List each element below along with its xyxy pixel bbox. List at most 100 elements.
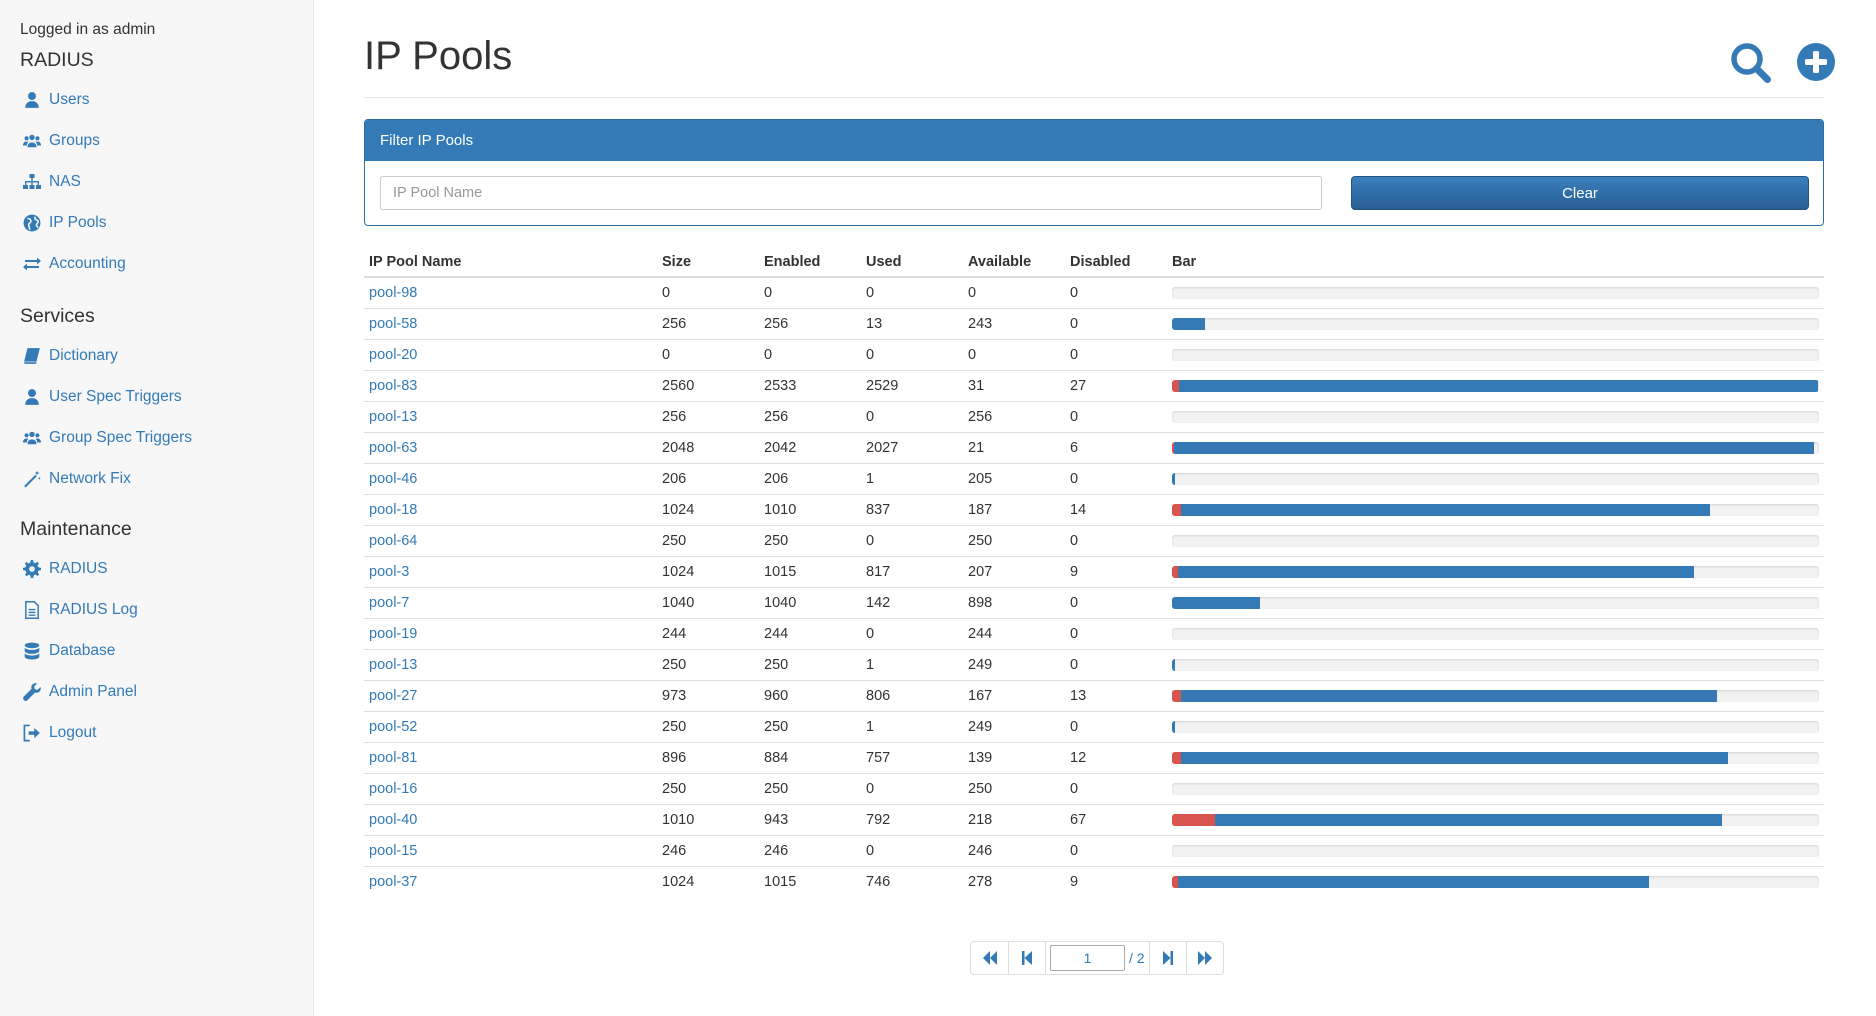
disabled-cell: 9 (1065, 865, 1167, 897)
column-header-disabled[interactable]: Disabled (1065, 247, 1167, 278)
sidebar-item-user-spec-triggers[interactable]: User Spec Triggers (22, 385, 182, 409)
usage-bar (1172, 379, 1819, 392)
usage-bar-cell (1167, 834, 1824, 866)
sidebar-item-radius-log[interactable]: RADIUS Log (22, 598, 138, 622)
sidebar-item-radius[interactable]: RADIUS (22, 557, 108, 581)
used-cell: 13 (861, 307, 963, 339)
enabled-cell: 1040 (759, 586, 861, 618)
pool-link[interactable]: pool-63 (369, 440, 417, 456)
used-cell: 142 (861, 586, 963, 618)
sidebar-item-ip-pools[interactable]: IP Pools (22, 211, 106, 235)
used-cell: 2529 (861, 369, 963, 401)
enabled-cell: 256 (759, 400, 861, 432)
last-page-button[interactable] (1185, 942, 1223, 974)
column-header-size[interactable]: Size (657, 247, 759, 278)
sidebar-item-admin-panel[interactable]: Admin Panel (22, 680, 137, 704)
column-header-name[interactable]: IP Pool Name (364, 247, 657, 278)
sidebar-item-logout[interactable]: Logout (22, 721, 96, 745)
disabled-cell: 0 (1065, 400, 1167, 432)
sidebar-item-groups[interactable]: Groups (22, 129, 100, 153)
usage-bar (1172, 875, 1819, 888)
add-button[interactable] (1796, 42, 1836, 82)
available-cell: 0 (963, 338, 1065, 370)
column-header-used[interactable]: Used (861, 247, 963, 278)
size-cell: 256 (657, 400, 759, 432)
size-cell: 0 (657, 338, 759, 370)
pool-link[interactable]: pool-20 (369, 347, 417, 363)
enabled-cell: 943 (759, 803, 861, 835)
user-icon (22, 387, 42, 407)
fast-backward-icon (982, 951, 997, 965)
disabled-cell: 6 (1065, 431, 1167, 463)
column-header-enabled[interactable]: Enabled (759, 247, 861, 278)
clear-button[interactable]: Clear (1351, 176, 1809, 210)
fast-forward-icon (1197, 951, 1212, 965)
used-cell: 0 (861, 834, 963, 866)
size-cell: 256 (657, 307, 759, 339)
sidebar-item-label: Group Spec Triggers (49, 429, 193, 446)
sidebar-item-dictionary[interactable]: Dictionary (22, 344, 118, 368)
pool-link[interactable]: pool-13 (369, 657, 417, 673)
enabled-cell: 0 (759, 338, 861, 370)
sidebar-item-network-fix[interactable]: Network Fix (22, 467, 131, 491)
pool-link[interactable]: pool-27 (369, 688, 417, 704)
enabled-cell: 0 (759, 276, 861, 308)
enabled-cell: 1015 (759, 865, 861, 897)
pool-link[interactable]: pool-15 (369, 843, 417, 859)
sidebar-item-database[interactable]: Database (22, 639, 115, 663)
enabled-cell: 250 (759, 772, 861, 804)
usage-bar (1172, 286, 1819, 299)
page-number-input[interactable] (1050, 945, 1125, 971)
search-icon (1731, 43, 1771, 83)
size-cell: 1024 (657, 865, 759, 897)
pool-link[interactable]: pool-3 (369, 564, 409, 580)
pool-link[interactable]: pool-46 (369, 471, 417, 487)
previous-page-button[interactable] (1008, 942, 1045, 974)
table-row: pool-98 0 0 0 0 0 (364, 276, 1824, 308)
next-page-button[interactable] (1148, 942, 1186, 974)
ip-pool-name-input[interactable] (380, 176, 1322, 210)
pool-link[interactable]: pool-98 (369, 285, 417, 301)
available-cell: 256 (963, 400, 1065, 432)
size-cell: 896 (657, 741, 759, 773)
pool-link[interactable]: pool-58 (369, 316, 417, 332)
first-page-button[interactable] (971, 942, 1008, 974)
pool-link[interactable]: pool-40 (369, 812, 417, 828)
table-header-row: IP Pool Name Size Enabled Used Available… (364, 247, 1824, 278)
size-cell: 1024 (657, 555, 759, 587)
pool-link[interactable]: pool-18 (369, 502, 417, 518)
sidebar-item-nas[interactable]: NAS (22, 170, 81, 194)
size-cell: 250 (657, 772, 759, 804)
search-button[interactable] (1729, 41, 1773, 85)
pool-link[interactable]: pool-37 (369, 874, 417, 890)
pool-link[interactable]: pool-83 (369, 378, 417, 394)
usage-bar-cell (1167, 400, 1824, 432)
disabled-cell: 0 (1065, 772, 1167, 804)
pool-name-cell: pool-81 (364, 741, 657, 773)
pool-link[interactable]: pool-16 (369, 781, 417, 797)
pool-link[interactable]: pool-64 (369, 533, 417, 549)
sidebar-item-group-spec-triggers[interactable]: Group Spec Triggers (22, 426, 192, 450)
enabled-cell: 1010 (759, 493, 861, 525)
enabled-cell: 206 (759, 462, 861, 494)
sidebar-item-users[interactable]: Users (22, 88, 89, 112)
pool-link[interactable]: pool-7 (369, 595, 409, 611)
pool-link[interactable]: pool-52 (369, 719, 417, 735)
column-header-available[interactable]: Available (963, 247, 1065, 278)
table-row: pool-13 256 256 0 256 0 (364, 400, 1824, 432)
enabled-cell: 2533 (759, 369, 861, 401)
sidebar-item-accounting[interactable]: Accounting (22, 252, 126, 276)
pool-link[interactable]: pool-19 (369, 626, 417, 642)
available-cell: 249 (963, 710, 1065, 742)
filter-panel-title: Filter IP Pools (365, 120, 1823, 161)
pool-link[interactable]: pool-81 (369, 750, 417, 766)
pool-link[interactable]: pool-13 (369, 409, 417, 425)
size-cell: 1040 (657, 586, 759, 618)
usage-bar-cell (1167, 803, 1824, 835)
globe-icon (22, 213, 42, 233)
page-input-group: / 2 (1045, 942, 1149, 974)
used-cell: 0 (861, 276, 963, 308)
used-cell: 757 (861, 741, 963, 773)
used-cell: 837 (861, 493, 963, 525)
table-row: pool-83 2560 2533 2529 31 27 (364, 369, 1824, 401)
